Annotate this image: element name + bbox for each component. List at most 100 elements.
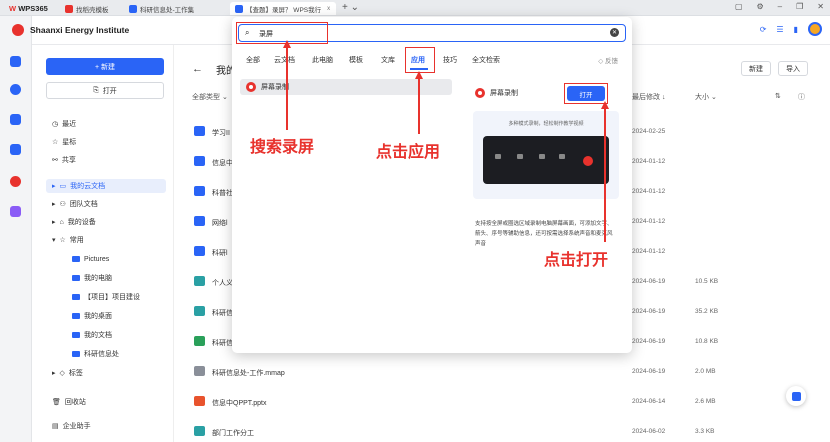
- file-date: 2024-02-25: [632, 128, 666, 135]
- info-icon[interactable]: ⓘ: [798, 92, 805, 102]
- nav-pictures[interactable]: Pictures: [66, 252, 166, 266]
- tab-library[interactable]: 文库: [381, 55, 395, 65]
- new-button[interactable]: + 新建: [46, 58, 164, 75]
- settings-icon[interactable]: ⚙: [757, 2, 764, 11]
- annotation-click-open: 点击打开: [544, 252, 609, 269]
- tab-search-active[interactable]: 【查题】录屏？ WPS我行 x: [230, 2, 336, 15]
- file-type-icon: [194, 246, 205, 256]
- tag-icon: ◇: [59, 370, 65, 377]
- nav-team-docs[interactable]: ▸ ⚇ 团队文档: [46, 197, 166, 211]
- nav-starred[interactable]: ☆ 星标: [46, 135, 166, 149]
- annotation-box-search: [236, 22, 328, 44]
- screen-record-icon: [246, 82, 256, 92]
- org-logo-icon: [12, 24, 24, 36]
- team-icon: ⚇: [59, 201, 66, 208]
- folder-icon: [72, 294, 80, 300]
- nav-tags[interactable]: ▸ ◇ 标签: [46, 366, 166, 380]
- nav-desktop[interactable]: 我的桌面: [66, 309, 166, 323]
- avatar[interactable]: [808, 22, 822, 36]
- nav-recent[interactable]: ◷ 最近: [46, 117, 166, 131]
- result-screen-record[interactable]: 屏幕录制: [240, 79, 452, 95]
- org-header: Shaanxi Energy Institute: [12, 24, 129, 36]
- expand-icon: ▸: [52, 201, 56, 208]
- open-button[interactable]: ⎘ 打开: [46, 82, 164, 99]
- import-button[interactable]: 导入: [778, 61, 808, 76]
- view-toggle-icon[interactable]: ⇅: [775, 92, 781, 100]
- file-date: 2024-06-19: [632, 338, 666, 345]
- file-name: 科研信: [212, 340, 233, 347]
- file-date: 2024-06-19: [632, 308, 666, 315]
- calendar-app-icon[interactable]: [10, 144, 21, 155]
- tab-fulltext[interactable]: 全文检索: [472, 55, 500, 65]
- tab-workspace[interactable]: 科研信息处-工作集: [124, 2, 224, 15]
- doc-icon: [129, 4, 137, 13]
- meeting-app-icon[interactable]: [10, 114, 21, 125]
- desktop-icon: [72, 313, 80, 319]
- tab-cloud-docs[interactable]: 云文档: [274, 55, 295, 65]
- nav-assistant[interactable]: ▤ 企业助手: [46, 419, 166, 433]
- file-date: 2024-01-12: [632, 248, 666, 255]
- nav-my-cloud-docs[interactable]: ▸ ▭ 我的云文档: [46, 179, 166, 193]
- nav-project[interactable]: 【项目】项目建设: [66, 290, 166, 304]
- file-name: 网络l: [212, 220, 228, 227]
- close-tab-icon[interactable]: x: [327, 6, 330, 12]
- nav-my-devices[interactable]: ▸ ⌂ 我的设备: [46, 215, 166, 229]
- sort-size[interactable]: 大小 ⌄: [695, 92, 717, 102]
- floating-assistant-button[interactable]: [786, 386, 806, 406]
- tab-this-pc[interactable]: 此电脑: [312, 55, 333, 65]
- table-row[interactable]: 科研信息处-工作.mmap 2024-06-19 2.0 MB: [192, 359, 822, 386]
- preview-segment: [559, 154, 565, 159]
- file-type-icon: [194, 276, 205, 286]
- file-name: 科研l: [212, 250, 228, 257]
- file-type-icon: [194, 366, 205, 376]
- layout-icon[interactable]: ▢: [735, 2, 743, 11]
- sidebar: + 新建 ⎘ 打开 ◷ 最近 ☆ 星标 ⚯ 共享 ▸ ▭ 我的云文档 ▸ ⚇ 团队文档 ▸ ⌂ 我…: [32, 45, 174, 442]
- tab-template[interactable]: 找稻壳模板: [60, 2, 120, 15]
- expand-icon: ▸: [52, 219, 56, 226]
- file-date: 2024-06-19: [632, 368, 666, 375]
- nav-trash[interactable]: 🗑 回收站: [46, 395, 166, 409]
- close-icon[interactable]: ✕: [817, 2, 824, 11]
- back-button[interactable]: ←: [192, 63, 203, 75]
- file-date: 2024-06-19: [632, 278, 666, 285]
- restore-icon[interactable]: ❐: [796, 2, 803, 11]
- sort-modified[interactable]: 最后修改 ↓: [632, 92, 665, 102]
- new-file-button[interactable]: 新建: [741, 61, 771, 76]
- collapse-icon: ▾: [52, 237, 56, 244]
- filter-type[interactable]: 全部类型 ⌄: [192, 92, 228, 102]
- nav-common[interactable]: ▾ ☆ 常用: [46, 233, 166, 247]
- chat-app-icon[interactable]: [10, 176, 21, 187]
- table-row[interactable]: 部门工作分工 2024-06-02 3.3 KB: [192, 419, 822, 442]
- recent-app-icon[interactable]: [10, 84, 21, 95]
- tab-wps365[interactable]: W WPS365: [4, 2, 56, 15]
- star-icon: ☆: [59, 237, 66, 244]
- docs-app-icon[interactable]: [10, 56, 21, 67]
- file-name: 学习II: [212, 130, 230, 137]
- left-rail: [0, 16, 32, 442]
- new-tab-button[interactable]: + ⌄: [342, 2, 359, 13]
- apps-grid-icon[interactable]: [10, 206, 21, 217]
- nav-documents[interactable]: 我的文档: [66, 328, 166, 342]
- nav-shared[interactable]: ⚯ 共享: [46, 153, 166, 167]
- feedback-link[interactable]: ◇ 反馈: [598, 55, 618, 65]
- tab-tips[interactable]: 技巧: [443, 55, 457, 65]
- file-type-icon: [194, 126, 205, 136]
- search-popup: ⌕ 录屏 ✕ 全部 云文档 此电脑 模板 文库 应用 技巧 全文检索 ◇ 反馈 …: [232, 17, 632, 353]
- minimize-icon[interactable]: –: [778, 2, 782, 11]
- template-icon: [65, 4, 73, 13]
- clear-icon[interactable]: ✕: [610, 28, 619, 37]
- file-type-icon: [194, 216, 205, 226]
- file-name: 科普社: [212, 190, 233, 197]
- nav-my-computer[interactable]: 我的电脑: [66, 271, 166, 285]
- table-row[interactable]: 信息中QPPT.pptx 2024-06-14 2.6 MB: [192, 389, 822, 416]
- tab-templates[interactable]: 模板: [349, 55, 363, 65]
- sync-icon[interactable]: ⟳: [760, 25, 767, 34]
- menu-icon[interactable]: ☰: [776, 25, 783, 34]
- notification-icon[interactable]: ▮: [794, 25, 798, 34]
- nav-research-office[interactable]: 科研信息处: [66, 347, 166, 361]
- doc-icon: [235, 4, 243, 13]
- file-date: 2024-01-12: [632, 218, 666, 225]
- tab-all[interactable]: 全部: [246, 55, 260, 65]
- device-icon: ⌂: [59, 218, 64, 226]
- browser-tab-bar: W WPS365 找稻壳模板 科研信息处-工作集 【查题】录屏？ WPS我行 x…: [0, 0, 830, 16]
